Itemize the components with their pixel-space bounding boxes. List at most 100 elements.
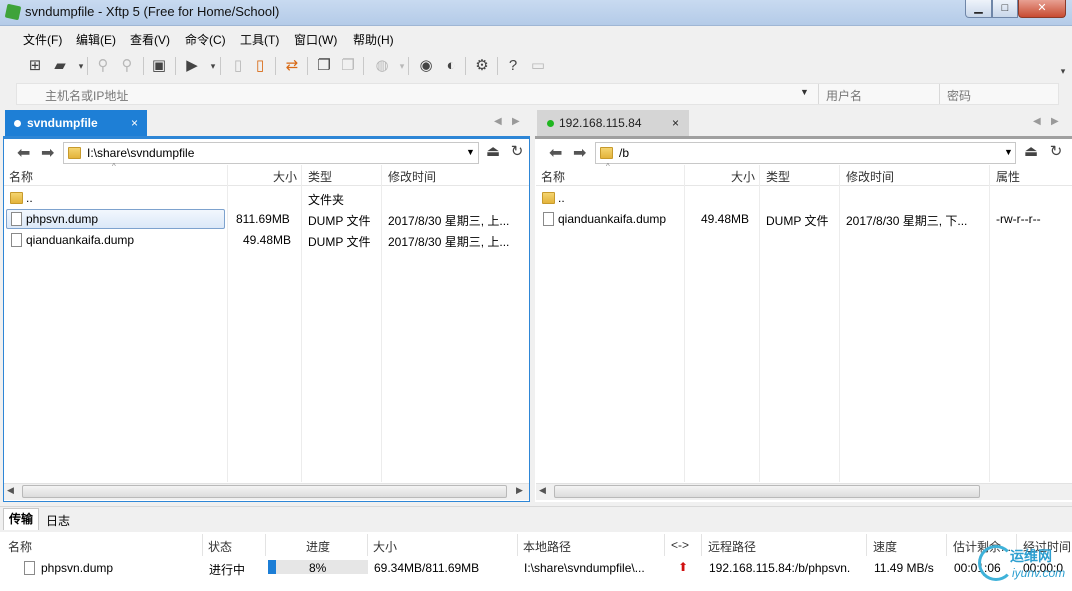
tab-close-icon[interactable]: × xyxy=(131,116,138,130)
column-divider[interactable] xyxy=(684,165,685,482)
chevron-down-icon[interactable]: ▼ xyxy=(1004,147,1013,157)
tab-log[interactable]: 日志 xyxy=(46,512,70,529)
column-attributes[interactable]: 属性 xyxy=(996,168,1020,185)
tab-scroll-right-icon[interactable]: ▶ xyxy=(512,116,520,127)
menu-window[interactable]: 窗口(W) xyxy=(294,31,337,48)
toolbar-divider xyxy=(87,57,88,75)
close-button[interactable]: ✕ xyxy=(1018,0,1066,18)
parent-folder-icon[interactable]: ⏏ xyxy=(483,143,503,161)
file-icon xyxy=(11,212,22,226)
forward-arrow-icon[interactable]: ➡ xyxy=(573,143,586,163)
column-name[interactable]: 名称 xyxy=(541,168,565,185)
copy-icon[interactable]: ❐ xyxy=(314,57,334,75)
forward-arrow-icon[interactable]: ➡ xyxy=(41,143,54,163)
column-divider[interactable] xyxy=(301,165,302,482)
scroll-right-icon[interactable]: ▶ xyxy=(516,485,523,496)
back-arrow-icon[interactable]: ⬅ xyxy=(17,143,30,163)
play-icon[interactable]: ▶ xyxy=(182,57,202,75)
column-name[interactable]: 名称 xyxy=(9,168,33,185)
local-path-text[interactable]: I:\share\svndumpfile xyxy=(87,146,194,160)
column-modified[interactable]: 修改时间 xyxy=(388,168,436,185)
sort-ascending-icon: ^ xyxy=(606,162,610,171)
column-divider[interactable] xyxy=(517,534,518,556)
column-divider[interactable] xyxy=(202,534,203,556)
tab-scroll-left-icon[interactable]: ◀ xyxy=(494,116,502,127)
column-divider[interactable] xyxy=(989,165,990,482)
tab-transfer[interactable]: 传输 xyxy=(3,508,39,530)
column-divider[interactable] xyxy=(701,534,702,556)
scrollbar-thumb[interactable] xyxy=(22,485,507,498)
column-name[interactable]: 名称 xyxy=(8,538,32,555)
edit-file-icon[interactable]: ▯ xyxy=(250,57,270,75)
menu-tools[interactable]: 工具(T) xyxy=(240,31,279,48)
transfer-remote-path: 192.168.115.84:/b/phpsvn. xyxy=(709,561,851,575)
local-file-pane[interactable] xyxy=(3,136,530,502)
maximize-button[interactable]: □ xyxy=(992,0,1018,18)
menu-file[interactable]: 文件(F) xyxy=(23,31,62,48)
column-modified[interactable]: 修改时间 xyxy=(846,168,894,185)
transfer-name[interactable]: phpsvn.dump xyxy=(41,561,113,575)
xmanager-icon[interactable]: ◐ xyxy=(441,57,461,75)
transfer-arrows-icon[interactable]: ⇄ xyxy=(282,57,302,75)
open-folder-icon[interactable]: ▰ xyxy=(50,57,70,75)
column-divider[interactable] xyxy=(381,165,382,482)
parent-folder-icon[interactable]: ⏏ xyxy=(1021,143,1041,161)
menu-view[interactable]: 查看(V) xyxy=(130,31,170,48)
toolbar-divider xyxy=(465,57,466,75)
scroll-left-icon[interactable]: ◀ xyxy=(539,485,546,496)
column-progress[interactable]: 进度 xyxy=(306,538,330,555)
tab-local-svndumpfile[interactable]: svndumpfile xyxy=(5,110,147,136)
refresh-icon[interactable]: ↻ xyxy=(1046,143,1066,161)
toolbar-overflow-icon[interactable]: ▾ xyxy=(1053,62,1072,80)
remote-path-field[interactable] xyxy=(595,142,1016,164)
column-speed[interactable]: 速度 xyxy=(873,538,897,555)
list-item-name[interactable]: .. xyxy=(558,191,565,205)
list-item-name[interactable]: qianduankaifa.dump xyxy=(558,212,666,226)
menu-command[interactable]: 命令(C) xyxy=(185,31,226,48)
username-input[interactable]: 用户名 xyxy=(826,87,862,104)
tab-scroll-left-icon[interactable]: ◀ xyxy=(1033,116,1041,127)
host-input[interactable]: 主机名或IP地址 xyxy=(45,87,128,104)
minimize-button[interactable]: ▁ xyxy=(965,0,992,18)
column-remote-path[interactable]: 远程路径 xyxy=(708,538,756,555)
column-divider[interactable] xyxy=(227,165,228,482)
column-type[interactable]: 类型 xyxy=(308,168,332,185)
menu-edit[interactable]: 编辑(E) xyxy=(76,31,116,48)
column-divider[interactable] xyxy=(664,534,665,556)
new-session-icon[interactable]: ⊞ xyxy=(25,57,45,75)
column-divider[interactable] xyxy=(367,534,368,556)
password-input[interactable]: 密码 xyxy=(947,87,971,104)
xshell-icon[interactable]: ◉ xyxy=(416,57,436,75)
column-divider[interactable] xyxy=(759,165,760,482)
help-icon[interactable]: ? xyxy=(503,57,523,75)
host-dropdown-icon[interactable]: ▼ xyxy=(800,87,809,97)
remote-path-text[interactable]: /b xyxy=(619,146,629,160)
chevron-down-icon[interactable]: ▼ xyxy=(466,147,475,157)
tab-scroll-right-icon[interactable]: ▶ xyxy=(1051,116,1059,127)
scrollbar-thumb[interactable] xyxy=(554,485,980,498)
column-size[interactable]: 大小 xyxy=(373,538,397,555)
session-properties-icon[interactable]: ▣ xyxy=(149,57,169,75)
column-local-path[interactable]: 本地路径 xyxy=(523,538,571,555)
column-direction[interactable]: <-> xyxy=(671,538,689,552)
list-item-name[interactable]: qianduankaifa.dump xyxy=(26,233,134,247)
column-status[interactable]: 状态 xyxy=(208,538,232,555)
column-size[interactable]: 大小 xyxy=(273,168,297,185)
list-item-name[interactable]: .. xyxy=(26,191,33,205)
column-divider[interactable] xyxy=(265,534,266,556)
back-arrow-icon[interactable]: ⬅ xyxy=(549,143,562,163)
column-divider[interactable] xyxy=(839,165,840,482)
column-size[interactable]: 大小 xyxy=(731,168,755,185)
column-divider[interactable] xyxy=(866,534,867,556)
list-item-name[interactable]: phpsvn.dump xyxy=(26,212,98,226)
refresh-icon[interactable]: ↻ xyxy=(507,143,527,161)
scroll-left-icon[interactable]: ◀ xyxy=(7,485,14,496)
gear-icon[interactable]: ⚙ xyxy=(472,57,492,75)
tab-remote-host[interactable]: 192.168.115.84 xyxy=(537,110,689,136)
column-divider[interactable] xyxy=(946,534,947,556)
menu-help[interactable]: 帮助(H) xyxy=(353,31,394,48)
chevron-down-icon[interactable]: ▾ xyxy=(71,57,91,75)
remote-file-pane[interactable] xyxy=(535,136,1072,502)
tab-close-icon[interactable]: × xyxy=(672,116,679,130)
column-type[interactable]: 类型 xyxy=(766,168,790,185)
